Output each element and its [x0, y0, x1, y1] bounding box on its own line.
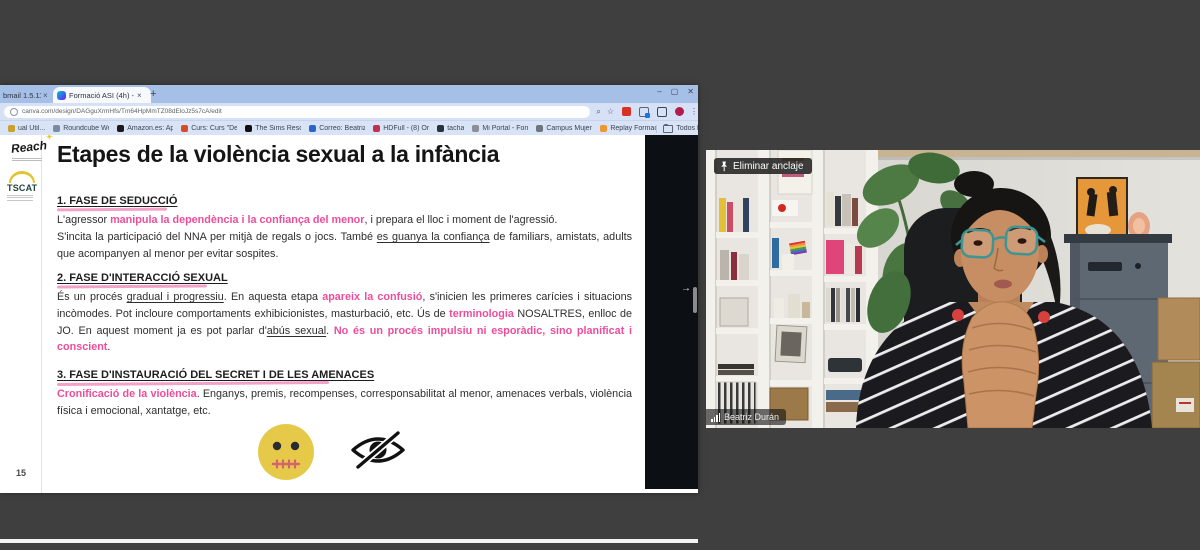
tab-title: Formació ASI (4h) - Presentaci... — [69, 91, 135, 100]
minimize-button[interactable]: – — [657, 87, 661, 96]
bookmark-item[interactable]: Roundcube Webmai... — [53, 125, 109, 132]
browser-toolbar: canva.com/design/DAGguXrmHfs/Tm64HpMmTZ0… — [0, 103, 698, 120]
scrollbar-thumb[interactable] — [693, 287, 697, 313]
browser-tab-strip: bmail 1.5.11 : : × Formació ASI (4h) - P… — [0, 85, 698, 103]
bookmark-item[interactable]: ual Util... — [8, 125, 45, 132]
slide-section-2: 2. FASE D'INTERACCIÓ SEXUAL És un procés… — [57, 268, 632, 356]
folder-icon — [663, 125, 673, 133]
bookmark-favicon — [600, 125, 607, 132]
bookmark-favicon — [472, 125, 479, 132]
bookmark-favicon — [536, 125, 543, 132]
bookmark-favicon — [181, 125, 188, 132]
browser-tab-inactive[interactable]: bmail 1.5.11 : : × — [0, 87, 53, 103]
participant-name-tag: Beatriz Durán — [706, 409, 786, 425]
browser-window-bottom-edge — [0, 539, 698, 543]
url-text: canva.com/design/DAGguXrmHfs/Tm64HpMmTZ0… — [22, 108, 222, 115]
slide-title: Etapes de la violència sexual a la infàn… — [57, 141, 617, 168]
close-tab-icon[interactable]: × — [137, 91, 142, 100]
pink-swoosh-underline — [57, 208, 167, 212]
screen-share-region: bmail 1.5.11 : : × Formació ASI (4h) - P… — [0, 85, 698, 493]
close-window-button[interactable]: ✕ — [687, 87, 694, 96]
section-heading: 1. FASE DE SEDUCCIÓ — [57, 195, 177, 207]
bookmark-favicon — [53, 125, 60, 132]
pinned-video-label[interactable]: Eliminar anclaje — [714, 158, 812, 174]
tscat-logo: TSCAT — [7, 171, 47, 201]
browser-menu-icon[interactable]: ⋮ — [690, 107, 698, 116]
bookmark-item[interactable]: Curs: Curs "Despleg... — [181, 125, 237, 132]
bookmark-item[interactable]: Amazon.es: Apple: T... — [117, 125, 173, 132]
tab-group-icon[interactable] — [639, 107, 649, 117]
tscat-arc-icon — [9, 171, 35, 183]
address-bar[interactable]: canva.com/design/DAGguXrmHfs/Tm64HpMmTZ0… — [4, 106, 590, 118]
bookmark-item[interactable]: HDFull - (8) Original... — [373, 125, 429, 132]
participant-video[interactable]: Eliminar anclaje Beatriz Durán — [706, 150, 1200, 428]
bookmark-favicon — [437, 125, 444, 132]
slide-section-3: 3. FASE D'INSTAURACIÓ DEL SECRET I DE LE… — [57, 365, 632, 420]
expand-panel-arrow-icon[interactable]: → — [681, 283, 691, 294]
slide-page[interactable]: Reach✦ TSCAT 15 Etapes de la violència s… — [0, 135, 645, 493]
browser-tab-active[interactable]: Formació ASI (4h) - Presentaci... × — [53, 87, 151, 103]
maximize-button[interactable]: ▢ — [671, 87, 679, 96]
mic-level-icon — [711, 413, 720, 422]
canva-editor: Reach✦ TSCAT 15 Etapes de la violència s… — [0, 135, 698, 493]
bookmark-favicon — [373, 125, 380, 132]
canva-favicon-icon — [57, 91, 66, 100]
new-tab-button[interactable]: + — [150, 88, 156, 100]
zipper-mouth-emoji-icon — [257, 423, 315, 481]
close-tab-icon[interactable]: × — [43, 91, 48, 100]
site-info-icon[interactable] — [10, 108, 18, 116]
webcam-scene-illustration — [706, 150, 1200, 428]
bookmark-item[interactable]: Mi Portal - Formaci... — [472, 125, 528, 132]
all-bookmarks-button[interactable]: Todos los favoritos — [656, 125, 698, 133]
earring — [1038, 311, 1050, 323]
cast-icon[interactable] — [657, 107, 667, 117]
section-body: Cronificació de la violència. Enganys, p… — [57, 386, 632, 420]
star-icon: ✦ — [45, 135, 54, 143]
bookmark-item[interactable]: Campus Mujeres Jur... — [536, 125, 592, 132]
framed-picture — [1077, 178, 1127, 240]
tab-title: bmail 1.5.11 : : — [3, 91, 41, 100]
section-heading: 2. FASE D'INTERACCIÓ SEXUAL — [57, 272, 228, 284]
earring — [952, 309, 964, 321]
section-body: L'agressor manipula la dependència i la … — [57, 212, 632, 262]
eye-slash-icon — [348, 430, 408, 470]
clasped-hands — [962, 302, 1038, 428]
slide-section-1: 1. FASE DE SEDUCCIÓ L'agressor manipula … — [57, 191, 632, 262]
reach-logo: Reach✦ — [10, 138, 47, 156]
extension-icon[interactable] — [622, 107, 631, 116]
bookmark-favicon — [309, 125, 316, 132]
wood-shelf-edge — [846, 150, 1200, 157]
zoom-icon[interactable]: ⌕ — [596, 107, 600, 117]
bookmark-item[interactable]: Replay Formación d... — [600, 125, 656, 132]
slide-page-number: 15 — [16, 468, 26, 478]
bookmark-item[interactable]: Correo: Beatriz Dura... — [309, 125, 365, 132]
bookshelf-illustration — [706, 150, 878, 428]
profile-avatar[interactable] — [675, 107, 684, 116]
bookmark-star-icon[interactable]: ☆ — [607, 107, 614, 116]
bookmark-item[interactable]: The Sims Resource -... — [245, 125, 301, 132]
pink-swoosh-underline — [57, 284, 207, 288]
pin-icon — [719, 161, 729, 172]
reach-logo-tagline — [12, 156, 42, 161]
bookmark-favicon — [245, 125, 252, 132]
section-heading: 3. FASE D'INSTAURACIÓ DEL SECRET I DE LE… — [57, 369, 374, 381]
bookmark-favicon — [117, 125, 124, 132]
bookmark-favicon — [8, 125, 15, 132]
canva-canvas-background: → — [645, 135, 698, 489]
section-body: És un procés gradual i progressiu. En aq… — [57, 289, 632, 356]
bookmarks-bar: ual Util... Roundcube Webmai... Amazon.e… — [0, 120, 698, 136]
cardboard-boxes — [1152, 298, 1200, 428]
bookmark-item[interactable]: tacha — [437, 125, 464, 132]
